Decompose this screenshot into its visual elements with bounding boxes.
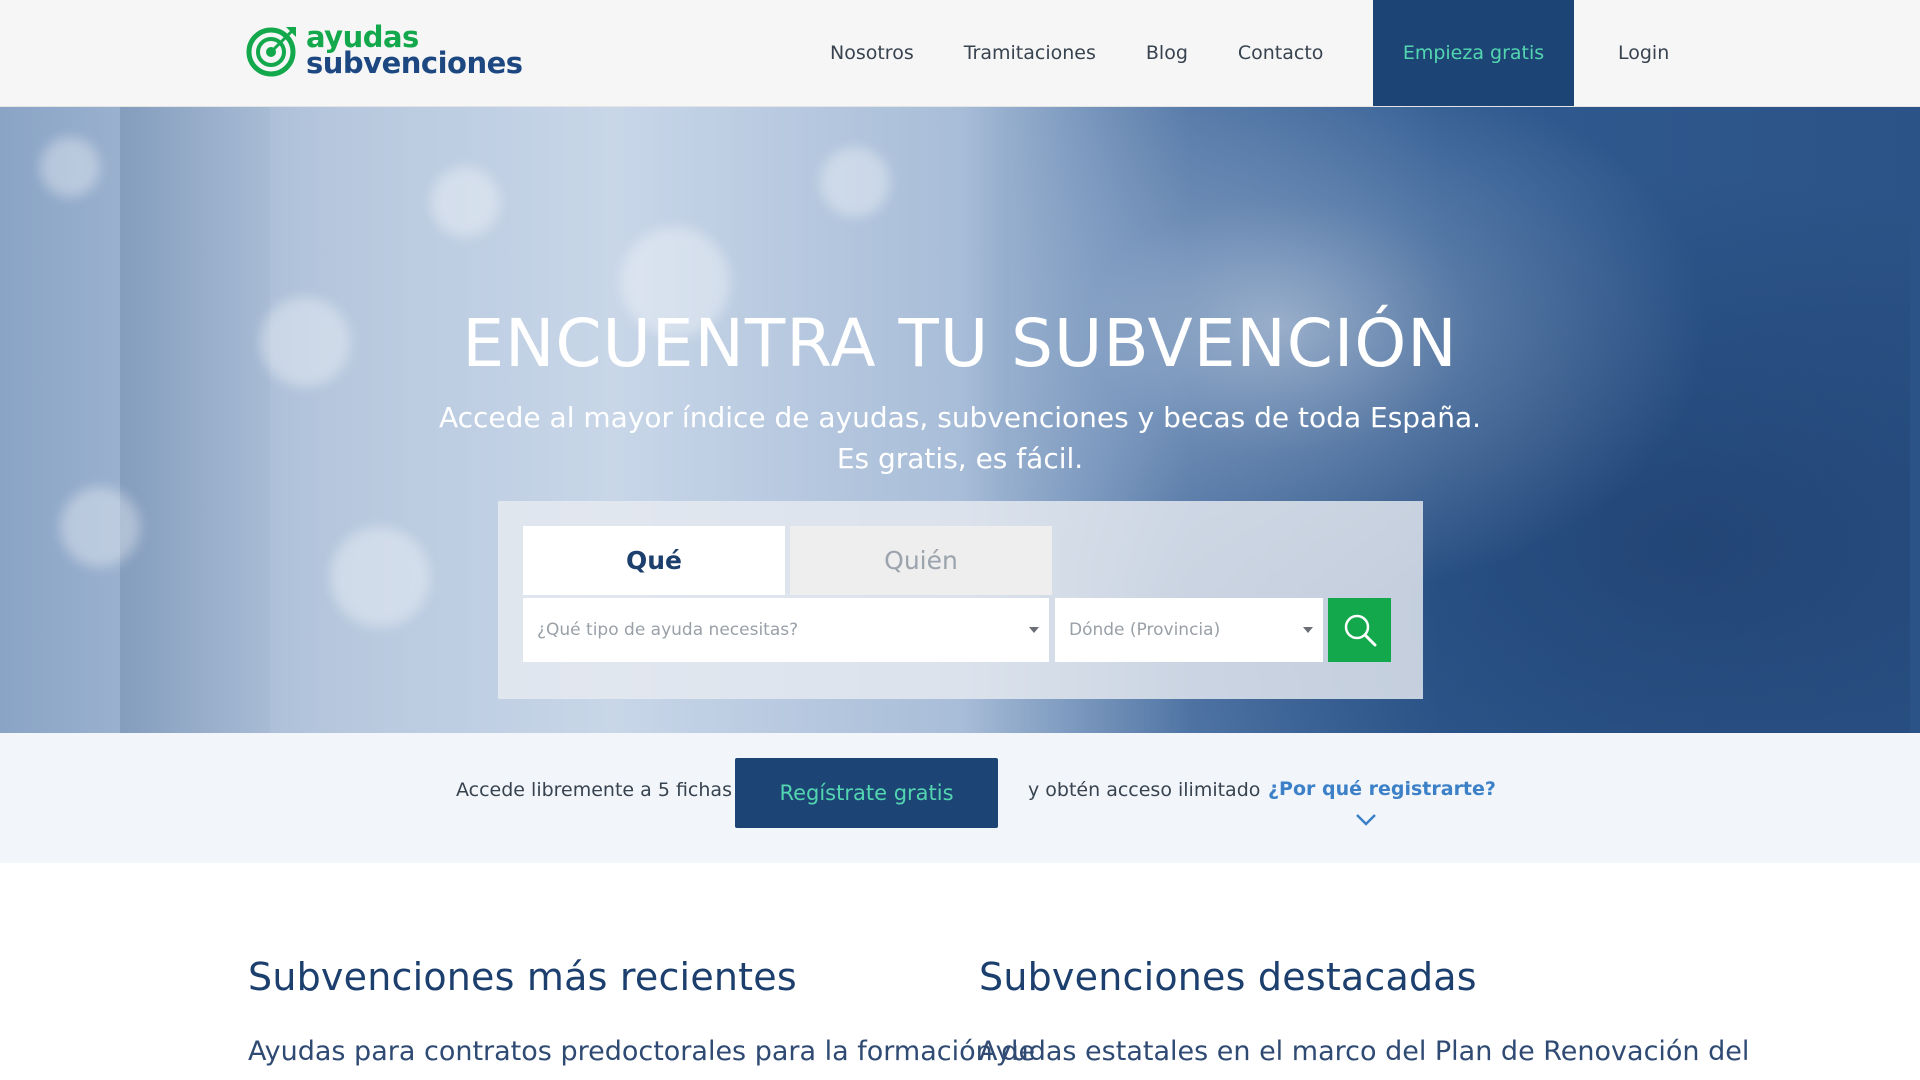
bokeh-light (430, 167, 500, 237)
bokeh-light (60, 487, 140, 567)
nav-item-tramitaciones[interactable]: Tramitaciones (964, 42, 1096, 64)
search-panel: Qué Quién ¿Qué tipo de ayuda necesitas? … (498, 501, 1423, 699)
caret-down-icon (1303, 627, 1313, 633)
site-logo[interactable]: ayudas subvenciones (246, 20, 523, 80)
free-access-text: Accede libremente a 5 fichas (456, 779, 732, 801)
target-logo-icon (246, 27, 296, 77)
start-free-button[interactable]: Empieza gratis (1373, 0, 1574, 106)
site-header: ayudas subvenciones Nosotros Tramitacion… (0, 0, 1920, 107)
hero-subtitle-line1: Accede al mayor índice de ayudas, subven… (438, 401, 1482, 434)
tab-quien[interactable]: Quién (790, 526, 1052, 595)
hero-banner: ENCUENTRA TU SUBVENCIÓN Accede al mayor … (0, 107, 1920, 733)
register-strip: Accede libremente a 5 fichas Regístrate … (0, 733, 1920, 863)
province-placeholder: Dónde (Provincia) (1069, 620, 1221, 640)
main-nav: Nosotros Tramitaciones Blog Contacto (830, 0, 1373, 106)
recent-grant-item[interactable]: Ayudas para contratos predoctorales para… (248, 1033, 1035, 1071)
unlimited-access-text: y obtén acceso ilimitado (1028, 779, 1261, 801)
aid-type-select[interactable]: ¿Qué tipo de ayuda necesitas? (523, 598, 1049, 662)
logo-text-line2: subvenciones (306, 46, 523, 80)
featured-grants-title: Subvenciones destacadas (979, 955, 1477, 999)
recent-grants-title: Subvenciones más recientes (248, 955, 797, 999)
caret-down-icon (1029, 627, 1039, 633)
province-select[interactable]: Dónde (Provincia) (1055, 598, 1323, 662)
bokeh-light (40, 137, 100, 197)
search-icon (1344, 614, 1376, 647)
why-register-link[interactable]: ¿Por qué registrarte? (1268, 778, 1496, 800)
nav-item-blog[interactable]: Blog (1146, 42, 1188, 64)
featured-grant-item[interactable]: Ayudas estatales en el marco del Plan de… (979, 1033, 1749, 1071)
nav-item-contacto[interactable]: Contacto (1238, 42, 1324, 64)
tab-que[interactable]: Qué (523, 526, 785, 595)
bokeh-light (330, 527, 430, 627)
chevron-down-icon[interactable] (1355, 813, 1377, 827)
nav-item-nosotros[interactable]: Nosotros (830, 42, 914, 64)
featured-grants-section: Subvenciones destacadas Ayudas estatales… (979, 955, 1749, 1071)
hero-subtitle: Accede al mayor índice de ayudas, subven… (0, 397, 1920, 479)
hero-title: ENCUENTRA TU SUBVENCIÓN (462, 305, 1458, 382)
bokeh-light (820, 147, 890, 217)
hero-subtitle-line2: Es gratis, es fácil. (836, 442, 1084, 475)
aid-type-placeholder: ¿Qué tipo de ayuda necesitas? (537, 620, 799, 640)
search-button[interactable] (1328, 598, 1391, 662)
login-link[interactable]: Login (1618, 0, 1669, 106)
register-free-button[interactable]: Regístrate gratis (735, 758, 998, 828)
recent-grants-section: Subvenciones más recientes Ayudas para c… (248, 955, 1035, 1071)
